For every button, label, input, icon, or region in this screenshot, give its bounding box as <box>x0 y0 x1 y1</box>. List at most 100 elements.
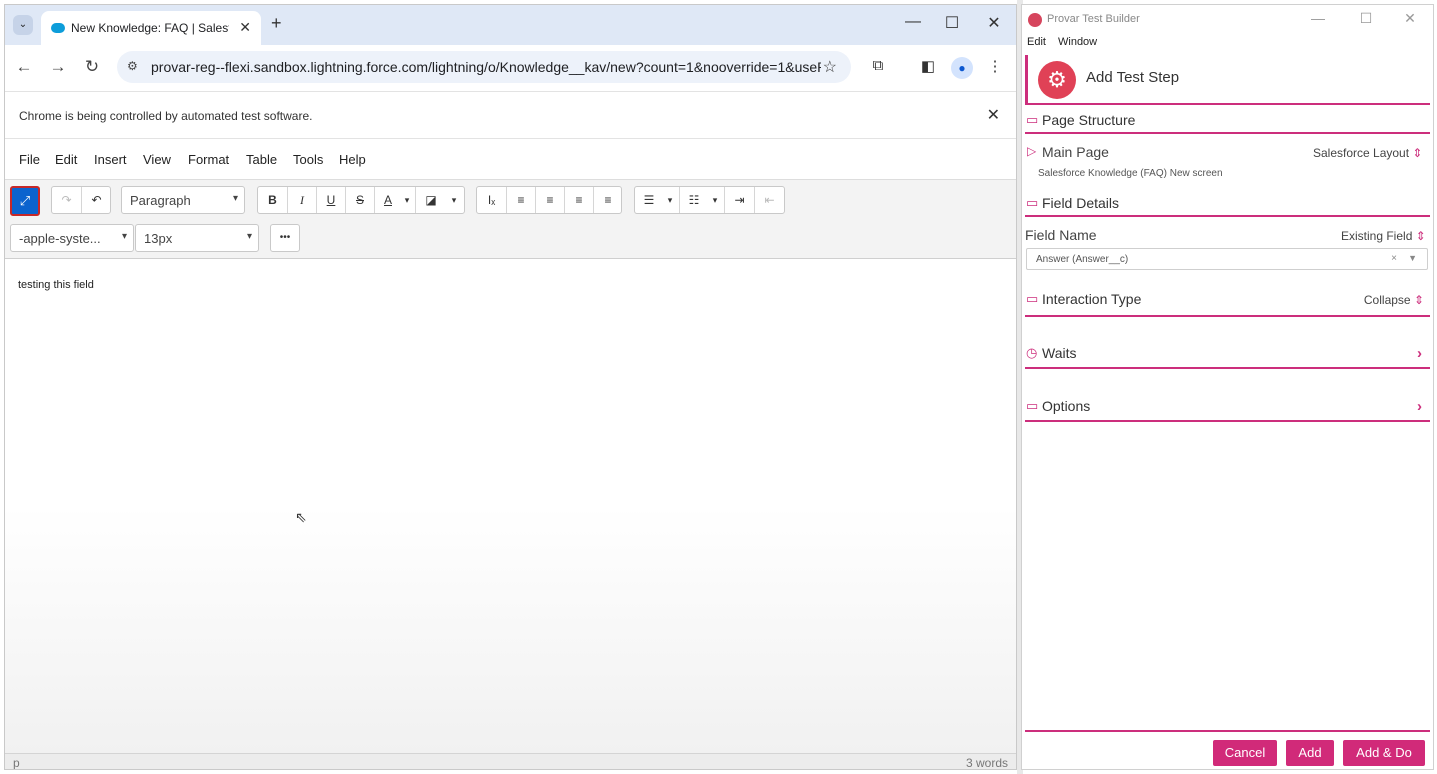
page-structure-section[interactable]: ▭ Page Structure <box>1025 108 1430 134</box>
menu-edit[interactable]: Edit <box>55 152 77 167</box>
menu-format[interactable]: Format <box>188 152 229 167</box>
main-page-label: Main Page <box>1042 144 1109 160</box>
minimize-icon[interactable]: — <box>1306 10 1330 26</box>
tab-close-icon[interactable]: ✕ <box>239 19 251 36</box>
field-name-mode-value: Existing Field <box>1341 229 1413 243</box>
maximize-icon[interactable]: ☐ <box>937 13 967 33</box>
provar-menu-window[interactable]: Window <box>1058 36 1097 48</box>
background-color-icon[interactable]: ◪ <box>416 187 446 213</box>
side-panel-icon[interactable]: ◧ <box>917 57 939 75</box>
new-tab-icon[interactable]: + <box>271 13 282 34</box>
chevron-down-icon[interactable]: ▾ <box>400 187 414 213</box>
star-icon[interactable]: ☆ <box>823 57 837 77</box>
menu-file[interactable]: File <box>19 152 40 167</box>
fullscreen-toggle-icon[interactable]: ⤢ <box>10 186 40 216</box>
chevron-down-icon[interactable]: ▾ <box>708 187 722 213</box>
add-and-do-button[interactable]: Add & Do <box>1343 740 1425 766</box>
element-path[interactable]: p <box>13 756 20 769</box>
font-size-select[interactable]: 13px ▾ <box>135 224 259 252</box>
interaction-type-icon: ▭ <box>1026 291 1039 306</box>
undo-icon[interactable]: ↶ <box>82 187 111 213</box>
outdent-icon[interactable]: ⇤ <box>755 187 784 213</box>
url-text[interactable]: provar-reg--flexi.sandbox.lightning.forc… <box>151 59 821 75</box>
font-size-value: 13px <box>144 231 173 246</box>
align-center-icon[interactable]: ≡ <box>536 187 564 213</box>
chevron-down-icon[interactable]: ▼ <box>1408 253 1417 263</box>
maximize-icon[interactable]: ☐ <box>1354 10 1378 27</box>
editor-toolbar: ⤢ ↷ ↶ Paragraph ▾ B I U S A ▾ ◪ ▾ Iₓ ≡ ≡… <box>5 179 1016 259</box>
field-details-section[interactable]: ▭ Field Details <box>1025 191 1430 217</box>
editor-paragraph[interactable]: testing this field <box>18 279 94 291</box>
field-name-mode[interactable]: Existing Field ⇕ <box>1341 229 1426 243</box>
interaction-type-label: Interaction Type <box>1042 291 1142 307</box>
forward-icon[interactable]: → <box>47 57 69 77</box>
chevron-down-icon[interactable]: ▾ <box>446 187 462 213</box>
text-color-icon[interactable]: A <box>375 187 401 213</box>
justify-icon[interactable]: ≡ <box>594 187 622 213</box>
profile-icon[interactable]: ● <box>951 57 973 79</box>
provar-menu-edit[interactable]: Edit <box>1027 36 1046 48</box>
bold-icon[interactable]: B <box>258 187 287 213</box>
more-tools-button[interactable]: ••• <box>270 224 300 252</box>
menu-table[interactable]: Table <box>246 152 277 167</box>
tab-title: New Knowledge: FAQ | Salesfo <box>71 21 229 35</box>
block-format-select[interactable]: Paragraph ▾ <box>121 186 245 214</box>
tab-search-icon[interactable]: ⌄ <box>13 15 33 35</box>
interaction-type-section[interactable]: ▭ Interaction Type Collapse ⇕ <box>1025 287 1430 317</box>
chevron-down-icon[interactable]: ▾ <box>663 187 677 213</box>
redo-icon[interactable]: ↷ <box>52 187 81 213</box>
options-section[interactable]: ▭ Options › <box>1025 394 1430 422</box>
field-name-label: Field Name <box>1025 227 1097 243</box>
address-bar[interactable]: ⚙ provar-reg--flexi.sandbox.lightning.fo… <box>117 51 851 83</box>
field-name-value: Answer (Answer__c) <box>1036 254 1129 265</box>
interaction-type-select[interactable]: Collapse ⇕ <box>1364 293 1424 307</box>
menu-insert[interactable]: Insert <box>94 152 127 167</box>
chevron-right-icon[interactable]: › <box>1417 345 1422 362</box>
bullet-list-icon[interactable]: ☰ <box>635 187 663 213</box>
kebab-menu-icon[interactable]: ⋮ <box>984 57 1006 75</box>
options-icon: ▭ <box>1026 398 1039 413</box>
indent-icon[interactable]: ⇥ <box>725 187 754 213</box>
word-count[interactable]: 3 words <box>966 756 1008 769</box>
cancel-button[interactable]: Cancel <box>1213 740 1277 766</box>
add-button[interactable]: Add <box>1286 740 1334 766</box>
font-family-select[interactable]: -apple-syste... ▾ <box>10 224 134 252</box>
clear-formatting-icon[interactable]: Iₓ <box>477 187 506 213</box>
editor-content-area[interactable]: testing this field ⇖ <box>5 259 1016 753</box>
history-group: ↷ ↶ <box>51 186 111 214</box>
italic-icon[interactable]: I <box>288 187 316 213</box>
browser-tab[interactable]: New Knowledge: FAQ | Salesfo ✕ <box>41 11 261 45</box>
main-page-type[interactable]: Salesforce Layout ⇕ <box>1313 146 1422 160</box>
minimize-icon[interactable]: — <box>898 13 928 31</box>
infobar-close-icon[interactable]: ✕ <box>987 105 1000 125</box>
omnibar: ← → ↻ ⚙ provar-reg--flexi.sandbox.lightn… <box>5 45 1016 91</box>
reload-icon[interactable]: ↻ <box>81 57 103 77</box>
site-info-icon[interactable]: ⚙ <box>127 59 138 73</box>
menu-help[interactable]: Help <box>339 152 366 167</box>
align-right-icon[interactable]: ≡ <box>565 187 593 213</box>
window-close-icon[interactable]: ✕ <box>979 13 1009 33</box>
back-icon[interactable]: ← <box>13 57 35 77</box>
font-family-value: -apple-syste... <box>19 231 101 246</box>
main-page-icon: ▷ <box>1027 144 1037 158</box>
numbered-list-icon[interactable]: ☷ <box>680 187 708 213</box>
underline-icon[interactable]: U <box>317 187 345 213</box>
menu-tools[interactable]: Tools <box>293 152 323 167</box>
strikethrough-icon[interactable]: S <box>346 187 374 213</box>
more-icon: ••• <box>279 232 291 243</box>
waits-label: Waits <box>1042 345 1077 361</box>
block-format-value: Paragraph <box>130 193 191 208</box>
waits-section[interactable]: ◷ Waits › <box>1025 341 1430 369</box>
align-left-icon[interactable]: ≡ <box>507 187 535 213</box>
menu-view[interactable]: View <box>143 152 171 167</box>
header-title: Add Test Step <box>1086 69 1180 86</box>
clear-icon[interactable]: × <box>1391 253 1397 264</box>
tab-strip: ⌄ New Knowledge: FAQ | Salesfo ✕ + — ☐ ✕ <box>5 5 1016 45</box>
provar-logo-icon <box>1028 13 1042 27</box>
extensions-icon[interactable]: ⧉ <box>867 57 889 74</box>
field-name-select[interactable]: Answer (Answer__c) × ▼ <box>1026 248 1428 270</box>
chevron-right-icon[interactable]: › <box>1417 398 1422 415</box>
close-icon[interactable]: ✕ <box>1398 10 1422 27</box>
field-details-icon: ▭ <box>1026 195 1039 210</box>
clock-icon: ◷ <box>1026 345 1038 360</box>
